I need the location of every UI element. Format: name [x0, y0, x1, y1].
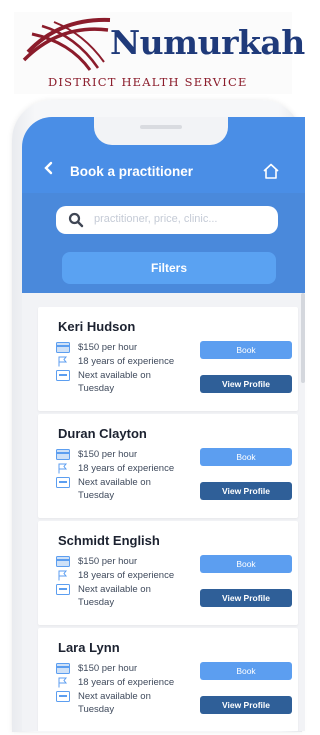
- book-button[interactable]: Book: [200, 448, 292, 466]
- book-button[interactable]: Book: [200, 662, 292, 680]
- practitioner-experience: 18 years of experience: [78, 570, 175, 581]
- view-profile-button[interactable]: View Profile: [200, 375, 292, 393]
- search-placeholder: practitioner, price, clinic...: [94, 213, 218, 225]
- chevron-left-icon: [44, 161, 53, 175]
- practitioner-card: Duran Clayton $150 per hour 18 years of …: [38, 414, 298, 518]
- search-icon: [68, 212, 84, 228]
- practitioner-name: Duran Clayton: [58, 426, 147, 441]
- back-button[interactable]: [44, 161, 54, 179]
- view-profile-button[interactable]: View Profile: [200, 589, 292, 607]
- phone-notch: [94, 117, 228, 145]
- practitioner-card: Lara Lynn $150 per hour 18 years of expe…: [38, 628, 298, 731]
- price-icon: [56, 449, 70, 460]
- practitioner-name: Lara Lynn: [58, 640, 120, 655]
- practitioner-experience: 18 years of experience: [78, 677, 175, 688]
- view-profile-button[interactable]: View Profile: [200, 696, 292, 714]
- price-icon: [56, 663, 70, 674]
- logo-tagline: DISTRICT HEALTH SERVICE: [48, 75, 248, 89]
- practitioner-price: $150 per hour: [78, 663, 138, 674]
- calendar-icon: [56, 370, 70, 381]
- practitioner-card: Keri Hudson $150 per hour 18 years of ex…: [38, 307, 298, 411]
- practitioner-card: Schmidt English $150 per hour 18 years o…: [38, 521, 298, 625]
- logo-swoosh-icon: [22, 17, 111, 71]
- scrollbar[interactable]: [301, 293, 305, 383]
- logo-brand-name: Numurkah: [110, 23, 305, 62]
- search-panel: practitioner, price, clinic... Filters: [22, 193, 305, 293]
- flag-icon: [58, 677, 68, 688]
- book-button[interactable]: Book: [200, 341, 292, 359]
- home-icon: [263, 163, 279, 179]
- flag-icon: [58, 570, 68, 581]
- flag-icon: [58, 356, 68, 367]
- practitioner-name: Schmidt English: [58, 533, 160, 548]
- practitioner-price: $150 per hour: [78, 449, 138, 460]
- page-title: Book a practitioner: [70, 164, 194, 179]
- flag-icon: [58, 463, 68, 474]
- practitioner-price: $150 per hour: [78, 556, 138, 567]
- view-profile-button[interactable]: View Profile: [200, 482, 292, 500]
- calendar-icon: [56, 691, 70, 702]
- practitioner-availability: Next available on Tuesday: [78, 370, 151, 394]
- practitioner-price: $150 per hour: [78, 342, 138, 353]
- calendar-icon: [56, 477, 70, 488]
- book-button[interactable]: Book: [200, 555, 292, 573]
- calendar-icon: [56, 584, 70, 595]
- numurkah-logo: Numurkah DISTRICT HEALTH SERVICE: [14, 12, 305, 94]
- practitioner-availability: Next available on Tuesday: [78, 691, 151, 715]
- filters-button[interactable]: Filters: [62, 252, 276, 284]
- practitioner-name: Keri Hudson: [58, 319, 136, 334]
- practitioner-availability: Next available on Tuesday: [78, 584, 151, 608]
- app-screen: Book a practitioner practitioner, price,…: [22, 117, 305, 731]
- home-button[interactable]: [262, 162, 280, 184]
- practitioner-experience: 18 years of experience: [78, 356, 175, 367]
- search-input[interactable]: practitioner, price, clinic...: [56, 206, 278, 234]
- price-icon: [56, 556, 70, 567]
- practitioner-availability: Next available on Tuesday: [78, 477, 151, 501]
- price-icon: [56, 342, 70, 353]
- practitioner-experience: 18 years of experience: [78, 463, 175, 474]
